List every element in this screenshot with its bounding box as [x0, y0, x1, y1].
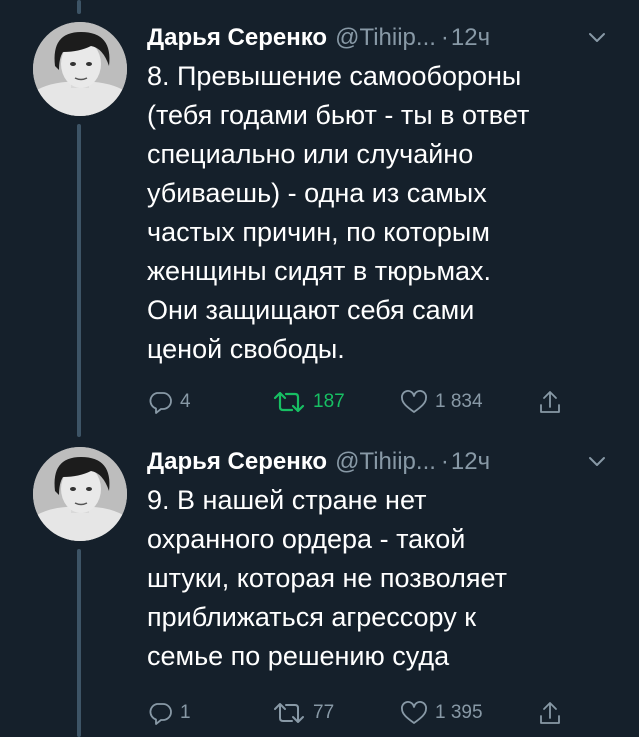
- reply-icon: [149, 703, 172, 725]
- avatar[interactable]: [33, 447, 127, 541]
- chevron-down-icon[interactable]: [587, 31, 607, 45]
- tweet-text: 8. Превышение самообороны (тебя годами б…: [147, 61, 530, 364]
- separator-dot: ·: [440, 448, 449, 475]
- share-button[interactable]: [536, 698, 570, 728]
- thread-line: [77, 549, 81, 737]
- timestamp[interactable]: 12ч: [451, 24, 490, 52]
- reply-count: 4: [180, 391, 191, 412]
- author-name[interactable]: Дарья Серенко: [147, 448, 327, 476]
- timestamp[interactable]: 12ч: [451, 448, 490, 476]
- tweet[interactable]: Дарья Серенко @Tihiip... · 12ч 8. Превыш…: [0, 0, 639, 437]
- author-name[interactable]: Дарья Серенко: [147, 24, 327, 52]
- separator-dot: ·: [440, 24, 449, 51]
- reply-button[interactable]: 4: [146, 387, 191, 417]
- heart-icon: [401, 390, 427, 413]
- chevron-down-icon[interactable]: [587, 455, 607, 469]
- tweet[interactable]: Дарья Серенко @Tihiip... · 12ч 9. В наше…: [0, 437, 639, 737]
- retweet-button[interactable]: 187: [271, 387, 345, 417]
- retweet-icon: [273, 391, 305, 413]
- retweet-icon: [274, 703, 304, 723]
- share-icon: [540, 391, 560, 413]
- avatar[interactable]: [33, 22, 127, 116]
- share-button[interactable]: [536, 387, 570, 417]
- reply-button[interactable]: 1: [146, 698, 191, 728]
- like-count: 1 834: [435, 391, 483, 412]
- tweet-actions: 4 187 1 834: [146, 387, 566, 417]
- tweet-actions: 1 77 1 395: [146, 698, 566, 728]
- thread-line: [77, 124, 81, 437]
- tweet-header: Дарья Серенко @Tihiip... · 12ч: [147, 444, 607, 480]
- author-handle[interactable]: @Tihiip...: [335, 24, 436, 52]
- thread-line: [77, 0, 81, 14]
- retweet-button[interactable]: 77: [271, 698, 334, 728]
- retweet-count: 77: [313, 702, 335, 723]
- reply-count: 1: [180, 702, 191, 723]
- author-handle[interactable]: @Tihiip...: [335, 448, 436, 476]
- tweet-text: 9. В нашей стране нет охранного ордера -…: [147, 485, 507, 671]
- share-icon: [540, 702, 560, 724]
- retweet-count: 187: [313, 391, 345, 412]
- like-button[interactable]: 1 395: [399, 698, 483, 728]
- like-count: 1 395: [435, 702, 483, 723]
- heart-icon: [401, 701, 427, 724]
- tweet-header: Дарья Серенко @Tihiip... · 12ч: [147, 20, 607, 56]
- reply-icon: [149, 392, 172, 414]
- like-button[interactable]: 1 834: [399, 387, 483, 417]
